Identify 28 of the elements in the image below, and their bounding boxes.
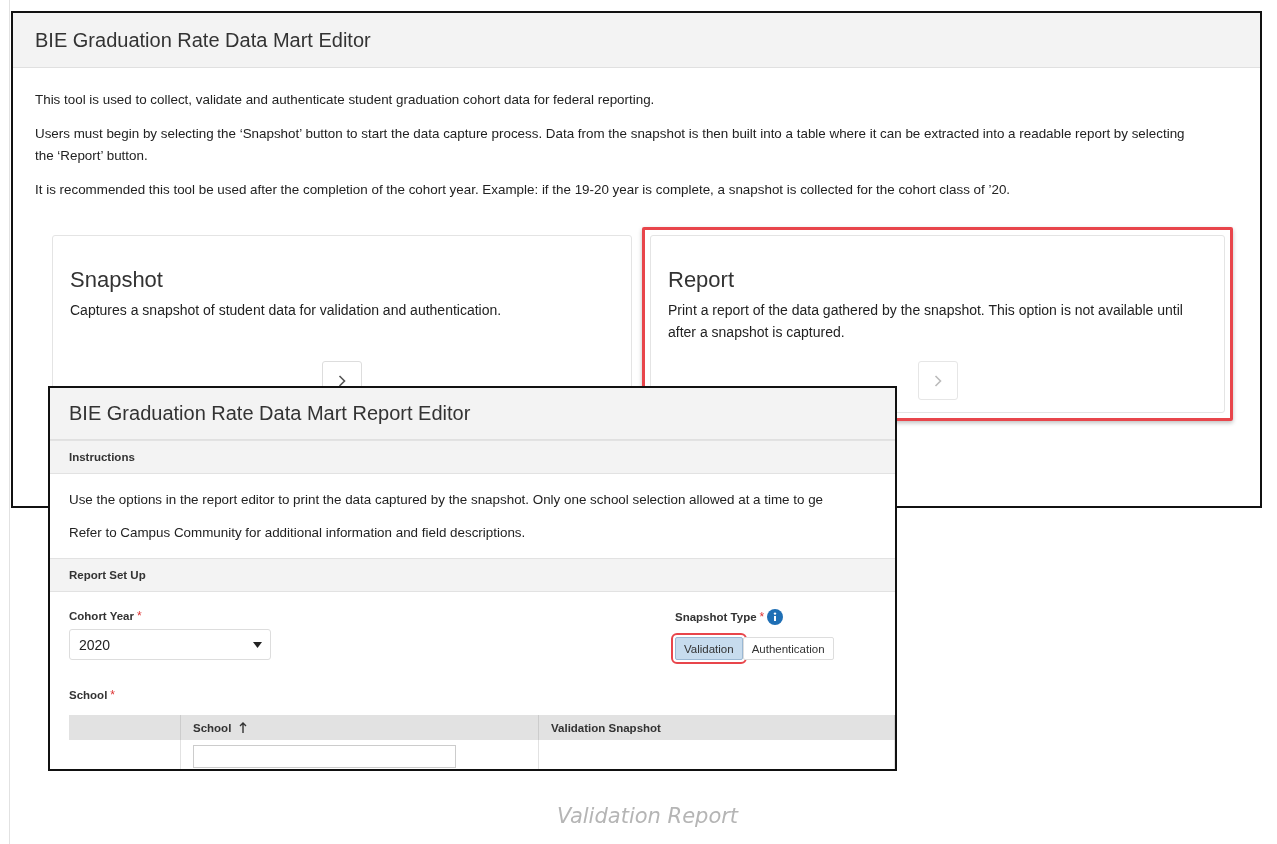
field-label: School xyxy=(69,689,108,701)
description-paragraph: It is recommended this tool be used after the completion of the cohort year. Example: if the 19-20 year is complete, a snapshot is collected for the cohort class of ’20. xyxy=(35,181,1012,199)
field-label: Snapshot Type xyxy=(675,611,757,623)
filter-input-field[interactable] xyxy=(193,745,456,768)
description-paragraph: Users must begin by selecting the ‘Snapshot’ button to start the data capture process. Data from the snapshot is then built into a table where it can be extracted into a readable report by selecting the ‘Report’ button. xyxy=(35,125,1186,165)
section-header: Report Set Up xyxy=(50,558,895,592)
required-mark: * xyxy=(137,609,142,623)
section-header: Instructions xyxy=(50,440,895,474)
card-description: Captures a snapshot of student data for validation and authentication. xyxy=(70,301,503,320)
card-description: Print a report of the data gathered by the snapshot. This option is not available until after a snapshot is captured. xyxy=(668,301,1184,342)
column-header[interactable]: School xyxy=(181,715,539,740)
figure-caption: Validation Report xyxy=(555,804,740,828)
column-header[interactable]: Validation Snapshot xyxy=(539,715,895,740)
window-title: BIE Graduation Rate Data Mart Report Editor xyxy=(69,402,471,425)
dropdown-caret-icon xyxy=(253,641,262,648)
required-mark: * xyxy=(110,688,115,702)
info-icon[interactable] xyxy=(767,609,784,625)
instruction-text: Use the options in the report editor to print the data captured by the snapshot. Only one school selection allowed at a time to ge xyxy=(69,491,825,509)
snapshot-type-toggle[interactable]: Authentication xyxy=(742,637,834,660)
card-title: Snapshot xyxy=(70,269,164,291)
window-title: BIE Graduation Rate Data Mart Editor xyxy=(35,28,371,52)
card-title: Report xyxy=(668,269,736,291)
required-mark: * xyxy=(759,610,765,624)
cohort-year-select[interactable]: 2020 xyxy=(69,629,271,660)
description-paragraph: This tool is used to collect, validate and authenticate student graduation cohort data for federal reporting. xyxy=(35,91,656,109)
field-label: Cohort Year xyxy=(69,610,134,622)
instruction-text: Refer to Campus Community for additional information and field descriptions. xyxy=(69,524,527,542)
chevron-right-icon xyxy=(933,374,942,387)
